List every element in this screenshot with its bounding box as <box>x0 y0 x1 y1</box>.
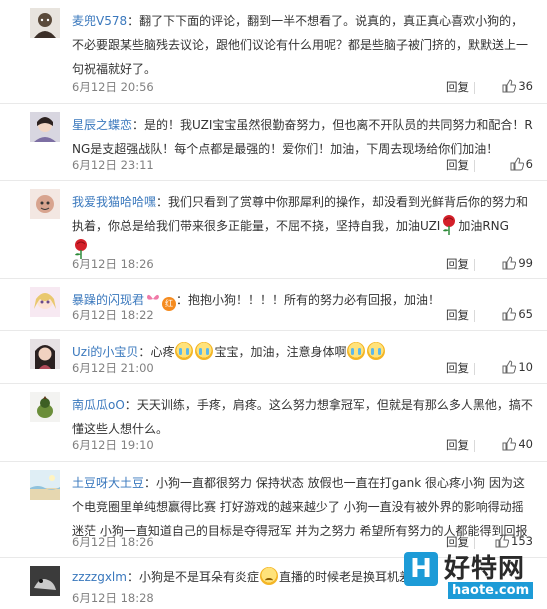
thumbs-up-icon <box>495 534 510 548</box>
like-count: 65 <box>518 307 533 321</box>
comment-text: 直播的时候老是换耳机差 <box>278 570 411 584</box>
crying-emoji-icon <box>195 342 214 360</box>
like-button[interactable]: 153 <box>495 534 533 548</box>
avatar[interactable] <box>30 112 60 142</box>
username-link[interactable]: 暴躁的闪现君 <box>72 293 144 307</box>
crying-emoji-icon <box>175 342 194 360</box>
avatar[interactable] <box>30 392 60 422</box>
comment-date: 6月12日 23:11 <box>72 158 154 172</box>
comment-text-block: 南瓜瓜oO：天天训练，手疼，肩疼。这么努力想拿冠军，但就是有那么多人黑他，搞不懂… <box>72 398 533 436</box>
like-count: 36 <box>518 79 533 93</box>
username-link[interactable]: 麦兜V578 <box>72 14 127 28</box>
comment-date: 6月12日 20:56 <box>72 80 154 94</box>
comment-text: 宝宝，加油，注意身体啊 <box>214 345 347 359</box>
comment-actions: 回复 36 <box>413 79 533 97</box>
thumbs-up-icon <box>502 437 517 451</box>
thumbs-up-icon <box>502 307 517 321</box>
comment-text: 抱抱小狗！！！！所有的努力必有回报，加油！ <box>188 293 441 307</box>
comment-text: 小狗是不是耳朵有炎症 <box>138 570 259 584</box>
crying-emoji-icon <box>367 342 386 360</box>
comment-text-block: 我爱我猫哈哈嘿：我们只看到了赏尊中你那犀利的操作，却没看到光鲜背后你的努力和执着… <box>72 190 534 262</box>
comment-text: 心疼 <box>150 345 175 359</box>
like-count: 99 <box>518 256 533 270</box>
comment-date: 6月12日 18:26 <box>72 535 154 549</box>
comment-date: 6月12日 21:00 <box>72 361 154 375</box>
avatar[interactable] <box>30 287 60 317</box>
username-link[interactable]: 我爱我猫哈哈嘿 <box>72 195 156 209</box>
reply-button[interactable]: 回复 <box>446 157 469 173</box>
comment-actions: 回复 99 <box>413 256 533 274</box>
comment-date: 6月12日 19:10 <box>72 438 154 452</box>
comment-text: 天天训练，手疼，肩疼。这么努力想拿冠军，但就是有那么多人黑他，搞不懂这些人想什么… <box>72 398 533 436</box>
comment-item: Uzi的小宝贝：心疼 宝宝，加油，注意身体啊 6月12日 21:00 回复 10 <box>0 331 547 384</box>
divider <box>474 160 475 172</box>
comment-item: 暴躁的闪现君红：抱抱小狗！！！！所有的努力必有回报，加油！ 6月12日 18:2… <box>0 279 547 331</box>
thumbs-up-icon <box>502 256 517 270</box>
comment-date: 6月12日 18:26 <box>72 257 154 271</box>
comment-actions: 回复 40 <box>413 437 533 455</box>
divider <box>474 310 475 322</box>
comment-actions: 回复 6 <box>413 157 533 175</box>
rose-icon <box>440 214 458 236</box>
comment-date: 6月12日 18:22 <box>72 308 154 322</box>
like-count: 153 <box>511 534 533 548</box>
site-watermark: H 好特网 haote.com <box>400 548 547 609</box>
like-button[interactable]: 65 <box>502 307 533 321</box>
username-link[interactable]: 南瓜瓜oO <box>72 398 125 412</box>
comment-text-block: 土豆呀大土豆：小狗一直都很努力 保持状态 放假也一直在打gank 很心疼小狗 因… <box>72 476 528 538</box>
site-logo-icon: H <box>404 552 438 586</box>
divider <box>474 82 475 94</box>
reply-button[interactable]: 回复 <box>446 256 469 272</box>
avatar[interactable] <box>30 470 60 500</box>
comment-item: 我爱我猫哈哈嘿：我们只看到了赏尊中你那犀利的操作，却没看到光鲜背后你的努力和执着… <box>0 181 547 279</box>
divider <box>474 259 475 271</box>
like-count: 40 <box>518 437 533 451</box>
comment-text: 翻了下下面的评论，翻到一半不想看了。说真的，真正真心喜欢小狗的，不必要跟某些脑残… <box>72 14 529 76</box>
username-link[interactable]: 土豆呀大土豆 <box>72 476 144 490</box>
watermark-title: 好特网 <box>444 554 526 584</box>
thumbs-up-icon <box>502 360 517 374</box>
divider <box>474 363 475 375</box>
like-button[interactable]: 36 <box>502 79 533 93</box>
comment-text-block: 麦兜V578：翻了下下面的评论，翻到一半不想看了。说真的，真正真心喜欢小狗的，不… <box>72 14 529 76</box>
like-button[interactable]: 99 <box>502 256 533 270</box>
avatar[interactable] <box>30 339 60 369</box>
comment-date: 6月12日 18:28 <box>72 591 154 605</box>
like-button[interactable]: 6 <box>510 157 533 171</box>
frown-emoji-icon <box>259 567 278 585</box>
butterfly-badge-icon <box>147 294 160 300</box>
comment-actions: 回复 10 <box>413 360 533 378</box>
crying-emoji-icon <box>347 342 366 360</box>
reply-button[interactable]: 回复 <box>446 437 469 453</box>
comment-text-block: 星辰之蝶恋：是的！我UZI宝宝虽然很勤奋努力，但也离不开队员的共同努力和配合！R… <box>72 118 533 156</box>
username-link[interactable]: Uzi的小宝贝 <box>72 345 138 359</box>
comment-item: 南瓜瓜oO：天天训练，手疼，肩疼。这么努力想拿冠军，但就是有那么多人黑他，搞不懂… <box>0 384 547 462</box>
like-count: 10 <box>518 360 533 374</box>
comment-text: 加油RNG <box>458 219 509 233</box>
like-button[interactable]: 40 <box>502 437 533 451</box>
reply-button[interactable]: 回复 <box>446 360 469 376</box>
thumbs-up-icon <box>502 79 517 93</box>
comment-item: 麦兜V578：翻了下下面的评论，翻到一半不想看了。说真的，真正真心喜欢小狗的，不… <box>0 0 547 104</box>
comment-item: 土豆呀大土豆：小狗一直都很努力 保持状态 放假也一直在打gank 很心疼小狗 因… <box>0 462 547 558</box>
like-button[interactable]: 10 <box>502 360 533 374</box>
reply-button[interactable]: 回复 <box>446 307 469 323</box>
avatar[interactable] <box>30 8 60 38</box>
avatar[interactable] <box>30 189 60 219</box>
thumbs-up-icon <box>510 157 524 171</box>
divider <box>474 440 475 452</box>
avatar[interactable] <box>30 566 60 596</box>
username-link[interactable]: 星辰之蝶恋 <box>72 118 132 132</box>
like-count: 6 <box>525 157 533 171</box>
username-link[interactable]: zzzzgxlm <box>72 570 127 584</box>
comment-item: 星辰之蝶恋：是的！我UZI宝宝虽然很勤奋努力，但也离不开队员的共同努力和配合！R… <box>0 104 547 181</box>
reply-button[interactable]: 回复 <box>446 79 469 95</box>
member-badge-icon: 红 <box>162 297 177 311</box>
watermark-url: haote.com <box>448 582 534 599</box>
comment-actions: 回复 65 <box>413 307 533 325</box>
